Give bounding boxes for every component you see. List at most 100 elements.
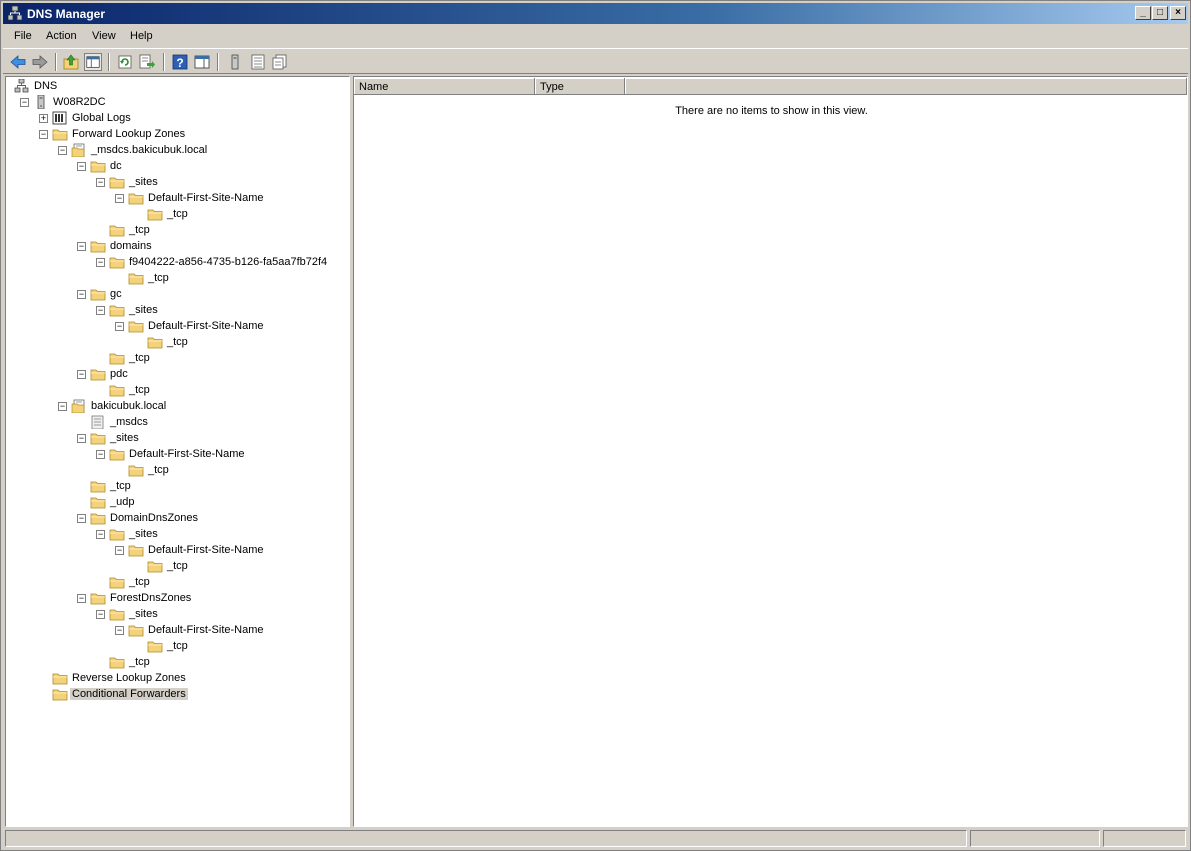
- export-list-icon[interactable]: [138, 53, 156, 71]
- help-icon[interactable]: ?: [171, 53, 189, 71]
- tree-node[interactable]: − gc: [6, 287, 346, 303]
- tree-node[interactable]: _tcp: [6, 351, 346, 367]
- tree-node[interactable]: − _sites: [6, 175, 346, 191]
- tree-node-label: dc: [110, 160, 122, 172]
- tree-node[interactable]: − dc: [6, 159, 346, 175]
- collapse-icon[interactable]: −: [96, 450, 105, 459]
- console-tree[interactable]: DNS − W08R2DC + Global Logs − Forward Lookup Z…: [5, 76, 350, 827]
- tree-node[interactable]: _tcp: [6, 271, 346, 287]
- tree-node[interactable]: − Default-First-Site-Name: [6, 319, 346, 335]
- action-pane-icon[interactable]: [193, 53, 211, 71]
- tree-node[interactable]: − Forward Lookup Zones: [6, 127, 346, 143]
- tree-node[interactable]: − _sites: [6, 303, 346, 319]
- tree-node[interactable]: _tcp: [6, 383, 346, 399]
- tree-node[interactable]: _udp: [6, 495, 346, 511]
- tree-node[interactable]: − Default-First-Site-Name: [6, 447, 346, 463]
- tree-node[interactable]: − _sites: [6, 527, 346, 543]
- tree-node[interactable]: − Default-First-Site-Name: [6, 623, 346, 639]
- collapse-icon[interactable]: −: [77, 290, 86, 299]
- tree-node[interactable]: + Global Logs: [6, 111, 346, 127]
- tree-node[interactable]: − Default-First-Site-Name: [6, 191, 346, 207]
- tree-node[interactable]: _tcp: [6, 207, 346, 223]
- back-icon[interactable]: [9, 53, 27, 71]
- up-icon[interactable]: [62, 53, 80, 71]
- tree-node-label: _msdcs: [110, 416, 148, 428]
- collapse-icon[interactable]: −: [77, 242, 86, 251]
- menu-help[interactable]: Help: [130, 30, 153, 42]
- collapse-icon[interactable]: −: [20, 98, 29, 107]
- tree-node[interactable]: − bakicubuk.local: [6, 399, 346, 415]
- toolbar-separator: [55, 53, 57, 71]
- close-button[interactable]: ×: [1170, 6, 1186, 20]
- tree-node-label: _tcp: [129, 352, 150, 364]
- collapse-icon[interactable]: −: [115, 626, 124, 635]
- maximize-button[interactable]: □: [1152, 6, 1168, 20]
- folder-icon: [109, 609, 125, 621]
- collapse-icon[interactable]: −: [77, 370, 86, 379]
- collapse-icon[interactable]: −: [58, 402, 67, 411]
- collapse-icon[interactable]: −: [96, 610, 105, 619]
- collapse-icon[interactable]: −: [96, 530, 105, 539]
- details-pane[interactable]: Name Type There are no items to show in …: [353, 76, 1188, 827]
- tree-node[interactable]: − f9404222-a856-4735-b126-fa5aa7fb72f4: [6, 255, 346, 271]
- column-header-type[interactable]: Type: [535, 78, 625, 95]
- title-bar[interactable]: DNS Manager _ □ ×: [3, 3, 1188, 24]
- tree-node[interactable]: _tcp: [6, 559, 346, 575]
- tree-node[interactable]: _tcp: [6, 479, 346, 495]
- column-header-name[interactable]: Name: [354, 78, 535, 95]
- tree-node[interactable]: − ForestDnsZones: [6, 591, 346, 607]
- list-icon[interactable]: [249, 53, 267, 71]
- collapse-icon[interactable]: −: [77, 162, 86, 171]
- tree-node[interactable]: − _sites: [6, 431, 346, 447]
- tree-node[interactable]: _msdcs: [6, 415, 346, 431]
- show-hide-console-tree-icon[interactable]: [84, 53, 102, 71]
- collapse-icon[interactable]: −: [115, 546, 124, 555]
- tree-node[interactable]: − _msdcs.bakicubuk.local: [6, 143, 346, 159]
- tree-node[interactable]: − W08R2DC: [6, 95, 346, 111]
- tree-node[interactable]: _tcp: [6, 639, 346, 655]
- collapse-icon[interactable]: −: [96, 258, 105, 267]
- server-icon[interactable]: [226, 53, 244, 71]
- collapse-icon[interactable]: −: [115, 194, 124, 203]
- tree-node[interactable]: DNS: [6, 79, 346, 95]
- menu-view[interactable]: View: [92, 30, 116, 42]
- expand-icon[interactable]: +: [39, 114, 48, 123]
- minimize-button[interactable]: _: [1135, 6, 1151, 20]
- tree-node[interactable]: Conditional Forwarders: [6, 687, 346, 703]
- collapse-icon[interactable]: −: [58, 146, 67, 155]
- svg-text:?: ?: [176, 56, 183, 70]
- tree-node-label: _tcp: [148, 464, 169, 476]
- tree-node[interactable]: Reverse Lookup Zones: [6, 671, 346, 687]
- tree-node[interactable]: − pdc: [6, 367, 346, 383]
- folder-icon: [90, 289, 106, 301]
- tree-node-label: domains: [110, 240, 152, 252]
- tree-node[interactable]: − domains: [6, 239, 346, 255]
- tree-node[interactable]: _tcp: [6, 575, 346, 591]
- tree-node[interactable]: − DomainDnsZones: [6, 511, 346, 527]
- folder-icon: [90, 241, 106, 253]
- tree-node-label: Default-First-Site-Name: [148, 624, 264, 636]
- tree-node[interactable]: _tcp: [6, 655, 346, 671]
- tree-node-label: Global Logs: [72, 112, 131, 124]
- tree-node[interactable]: _tcp: [6, 335, 346, 351]
- menu-action[interactable]: Action: [46, 30, 77, 42]
- folder-icon: [52, 689, 68, 701]
- collapse-icon[interactable]: −: [77, 594, 86, 603]
- tree-node[interactable]: _tcp: [6, 463, 346, 479]
- tree-node-label: _sites: [110, 432, 139, 444]
- collapse-icon[interactable]: −: [77, 434, 86, 443]
- collapse-icon[interactable]: −: [115, 322, 124, 331]
- tree-node[interactable]: − Default-First-Site-Name: [6, 543, 346, 559]
- refresh-icon[interactable]: [116, 53, 134, 71]
- tree-node-label: _udp: [110, 496, 135, 508]
- tree-node[interactable]: − _sites: [6, 607, 346, 623]
- collapse-icon[interactable]: −: [96, 306, 105, 315]
- tree-node-label: _tcp: [167, 640, 188, 652]
- collapse-icon[interactable]: −: [77, 514, 86, 523]
- tree-node[interactable]: _tcp: [6, 223, 346, 239]
- collapse-icon[interactable]: −: [39, 130, 48, 139]
- forward-icon[interactable]: [31, 53, 49, 71]
- menu-file[interactable]: File: [14, 30, 32, 42]
- properties-icon[interactable]: [271, 53, 289, 71]
- collapse-icon[interactable]: −: [96, 178, 105, 187]
